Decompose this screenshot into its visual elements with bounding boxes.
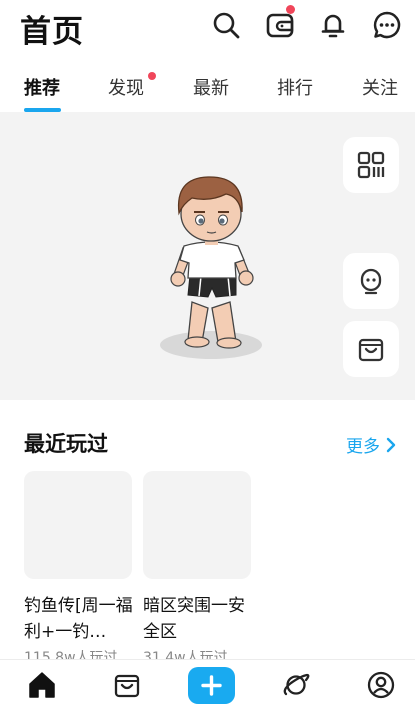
- top-header: 首页: [0, 0, 415, 56]
- planet-icon[interactable]: [281, 670, 311, 700]
- more-link[interactable]: 更多: [346, 432, 398, 457]
- chevron-right-icon: [386, 437, 396, 452]
- game-name: 钓鱼传[周一福利+一钓…: [24, 596, 133, 642]
- shop-bag-button[interactable]: [343, 321, 399, 377]
- tab-bar: 推荐 发现 最新 排行 关注: [0, 64, 415, 112]
- qr-scan-button[interactable]: [343, 137, 399, 193]
- create-button[interactable]: [188, 667, 235, 704]
- bottom-nav: [0, 659, 415, 708]
- search-icon[interactable]: [211, 10, 241, 40]
- tab-discover-badge: [148, 72, 156, 80]
- wallet-icon[interactable]: [265, 10, 295, 40]
- game-name: 暗区突围一安全区: [143, 596, 245, 642]
- bell-icon[interactable]: [318, 10, 348, 40]
- chat-icon[interactable]: [372, 10, 402, 40]
- avatar-edit-icon: [360, 268, 382, 295]
- avatar-edit-button[interactable]: [343, 253, 399, 309]
- plus-icon: [201, 675, 222, 696]
- recent-section-title: 最近玩过: [24, 432, 108, 456]
- profile-icon[interactable]: [366, 670, 396, 700]
- shop-bag-icon: [358, 338, 384, 362]
- game-card[interactable]: 暗区突围一安全区 31.4w人玩过: [143, 471, 251, 667]
- more-link-label: 更多: [346, 437, 380, 457]
- user-avatar[interactable]: [150, 162, 280, 362]
- tab-latest[interactable]: 最新: [193, 74, 229, 100]
- game-thumbnail[interactable]: [24, 471, 132, 579]
- tab-recommend[interactable]: 推荐: [24, 74, 60, 100]
- game-thumbnail[interactable]: [143, 471, 251, 579]
- home-icon[interactable]: [27, 670, 57, 700]
- qr-scan-icon: [357, 151, 385, 179]
- tab-discover[interactable]: 发现: [108, 74, 144, 100]
- tab-following[interactable]: 关注: [362, 74, 398, 100]
- avatar-stage: [0, 112, 415, 400]
- tab-ranking[interactable]: 排行: [277, 74, 313, 100]
- shop-icon[interactable]: [112, 670, 142, 700]
- game-card[interactable]: 钓鱼传[周一福利+一钓… 115.8w人玩过: [24, 471, 133, 667]
- page-title: 首页: [20, 14, 84, 50]
- wallet-badge: [286, 5, 295, 14]
